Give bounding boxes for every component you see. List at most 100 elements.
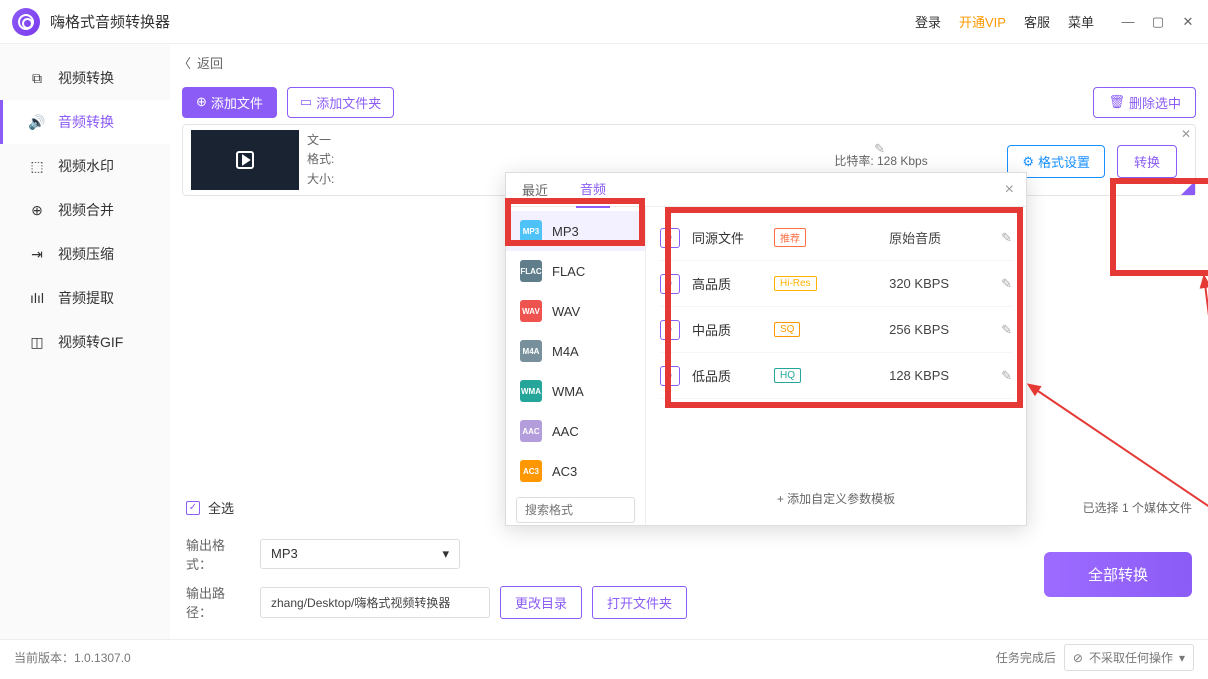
sidebar: ⧉ 视频转换 🔊 音频转换 ⬚ 视频水印 ⊕ 视频合并 ⇥ 视频压缩 ılıl … — [0, 44, 170, 639]
audio-convert-icon: 🔊 — [28, 113, 46, 131]
after-task-select[interactable]: ⊘ 不采取任何操作 ▾ — [1064, 644, 1194, 671]
format-popup: 最近 音频 × MP3 MP3 FLAC FLAC WAV WAV — [505, 172, 1027, 526]
format-item-flac[interactable]: FLAC FLAC — [506, 251, 645, 291]
sidebar-item-extract[interactable]: ılıl 音频提取 — [0, 276, 170, 320]
back-label: 返回 — [197, 53, 223, 72]
wav-icon: WAV — [520, 300, 542, 322]
close-icon[interactable]: ✕ — [1180, 14, 1196, 30]
select-all-checkbox[interactable]: ✓ — [186, 501, 200, 515]
titlebar: 嗨格式音频转换器 登录 开通VIP 客服 菜单 — ▢ ✕ — [0, 0, 1208, 44]
watermark-icon: ⬚ — [28, 157, 46, 175]
compress-icon: ⇥ — [28, 245, 46, 263]
maximize-icon[interactable]: ▢ — [1150, 14, 1166, 30]
format-item-aac[interactable]: AAC AAC — [506, 411, 645, 451]
format-item-ac3[interactable]: AC3 AC3 — [506, 451, 645, 491]
quality-row-medium[interactable]: ♪ 中品质 SQ 256 KBPS ✎ — [660, 307, 1012, 353]
app-title: 嗨格式音频转换器 — [50, 11, 170, 32]
chevron-down-icon: ▾ — [442, 546, 449, 562]
minimize-icon[interactable]: — — [1120, 14, 1136, 30]
gif-icon: ◫ — [28, 333, 46, 351]
main-panel: 〈 返回 ⊕ 添加文件 ▭ 添加文件夹 🗑 删除选中 — [170, 44, 1208, 639]
checkmark-corner-icon — [1181, 181, 1195, 195]
aac-icon: AAC — [520, 420, 542, 442]
format-list: MP3 MP3 FLAC FLAC WAV WAV M4A M4A — [506, 207, 646, 525]
convert-all-button[interactable]: 全部转换 — [1044, 552, 1192, 597]
sidebar-item-label: 视频合并 — [58, 200, 114, 220]
sidebar-item-gif[interactable]: ◫ 视频转GIF — [0, 320, 170, 364]
merge-icon: ⊕ — [28, 201, 46, 219]
output-format-select[interactable]: MP3 ▾ — [260, 539, 460, 569]
file-metadata: 文一 格式: 大小: — [307, 131, 334, 189]
sidebar-item-watermark[interactable]: ⬚ 视频水印 — [0, 144, 170, 188]
search-format-input[interactable] — [516, 497, 635, 523]
convert-row-button[interactable]: 转换 — [1117, 145, 1177, 178]
sidebar-item-compress[interactable]: ⇥ 视频压缩 — [0, 232, 170, 276]
open-folder-button[interactable]: 打开文件夹 — [592, 586, 687, 619]
mp3-icon: MP3 — [520, 220, 542, 242]
status-bar: 当前版本： 1.0.1307.0 任务完成后 ⊘ 不采取任何操作 ▾ — [0, 639, 1208, 675]
toolbar: ⊕ 添加文件 ▭ 添加文件夹 🗑 删除选中 — [170, 80, 1208, 124]
menu-link[interactable]: 菜单 — [1068, 12, 1094, 31]
add-folder-button[interactable]: ▭ 添加文件夹 — [287, 87, 394, 118]
remove-file-icon[interactable]: ✕ — [1181, 127, 1191, 141]
music-icon: ♪ — [660, 228, 680, 248]
popup-close-icon[interactable]: × — [1005, 181, 1014, 199]
music-icon: ♪ — [660, 274, 680, 294]
sidebar-item-label: 视频转GIF — [58, 332, 123, 352]
change-dir-button[interactable]: 更改目录 — [500, 586, 582, 619]
sidebar-item-label: 视频转换 — [58, 68, 114, 88]
quality-list: ♪ 同源文件 推荐 原始音质 ✎ ♪ 高品质 Hi-Res 320 KBPS ✎ — [646, 207, 1026, 525]
version-label: 当前版本： — [14, 649, 74, 666]
sidebar-item-audio-convert[interactable]: 🔊 音频转换 — [0, 100, 170, 144]
m4a-icon: M4A — [520, 340, 542, 362]
badge-hq: HQ — [774, 368, 801, 383]
chevron-down-icon: ▾ — [1179, 651, 1185, 665]
sidebar-item-merge[interactable]: ⊕ 视频合并 — [0, 188, 170, 232]
wma-icon: WMA — [520, 380, 542, 402]
sidebar-item-label: 音频转换 — [58, 112, 114, 132]
video-convert-icon: ⧉ — [28, 69, 46, 87]
badge-sq: SQ — [774, 322, 800, 337]
badge-hires: Hi-Res — [774, 276, 817, 291]
service-link[interactable]: 客服 — [1024, 12, 1050, 31]
output-path-field[interactable]: zhang/Desktop/嗨格式视频转换器 — [260, 587, 490, 618]
sidebar-item-video-convert[interactable]: ⧉ 视频转换 — [0, 56, 170, 100]
after-task-label: 任务完成后 — [996, 649, 1056, 666]
plus-icon: ⊕ — [196, 94, 207, 110]
output-path-label: 输出路径： — [186, 583, 250, 621]
selected-count: 已选择 1 个媒体文件 — [1083, 499, 1192, 516]
edit-icon[interactable]: ✎ — [1001, 322, 1012, 338]
back-button[interactable]: 〈 返回 — [170, 44, 1208, 80]
edit-icon[interactable]: ✎ — [1001, 368, 1012, 384]
add-template-button[interactable]: + 添加自定义参数模板 — [660, 480, 1012, 517]
edit-icon[interactable]: ✎ — [874, 141, 885, 157]
music-icon: ♪ — [660, 320, 680, 340]
format-item-m4a[interactable]: M4A M4A — [506, 331, 645, 371]
edit-icon[interactable]: ✎ — [1001, 230, 1012, 246]
vip-link[interactable]: 开通VIP — [959, 12, 1006, 31]
trash-icon: 🗑 — [1108, 94, 1125, 110]
login-link[interactable]: 登录 — [915, 12, 941, 31]
add-file-button[interactable]: ⊕ 添加文件 — [182, 87, 277, 118]
format-item-wav[interactable]: WAV WAV — [506, 291, 645, 331]
music-icon: ♪ — [660, 366, 680, 386]
output-format-label: 输出格式： — [186, 535, 250, 573]
tab-audio[interactable]: 音频 — [576, 171, 610, 208]
extract-icon: ılıl — [28, 289, 46, 307]
format-item-wma[interactable]: WMA WMA — [506, 371, 645, 411]
edit-icon[interactable]: ✎ — [1001, 276, 1012, 292]
flac-icon: FLAC — [520, 260, 542, 282]
select-all-label: 全选 — [208, 498, 234, 517]
no-action-icon: ⊘ — [1073, 651, 1083, 665]
tab-recent[interactable]: 最近 — [518, 172, 552, 207]
badge-recommended: 推荐 — [774, 228, 806, 247]
sidebar-item-label: 视频压缩 — [58, 244, 114, 264]
quality-row-low[interactable]: ♪ 低品质 HQ 128 KBPS ✎ — [660, 353, 1012, 399]
delete-selected-button[interactable]: 🗑 删除选中 — [1093, 87, 1196, 118]
quality-row-source[interactable]: ♪ 同源文件 推荐 原始音质 ✎ — [660, 215, 1012, 261]
quality-row-high[interactable]: ♪ 高品质 Hi-Res 320 KBPS ✎ — [660, 261, 1012, 307]
format-item-mp3[interactable]: MP3 MP3 — [506, 211, 645, 251]
sidebar-item-label: 音频提取 — [58, 288, 114, 308]
ac3-icon: AC3 — [520, 460, 542, 482]
version-value: 1.0.1307.0 — [74, 651, 131, 665]
